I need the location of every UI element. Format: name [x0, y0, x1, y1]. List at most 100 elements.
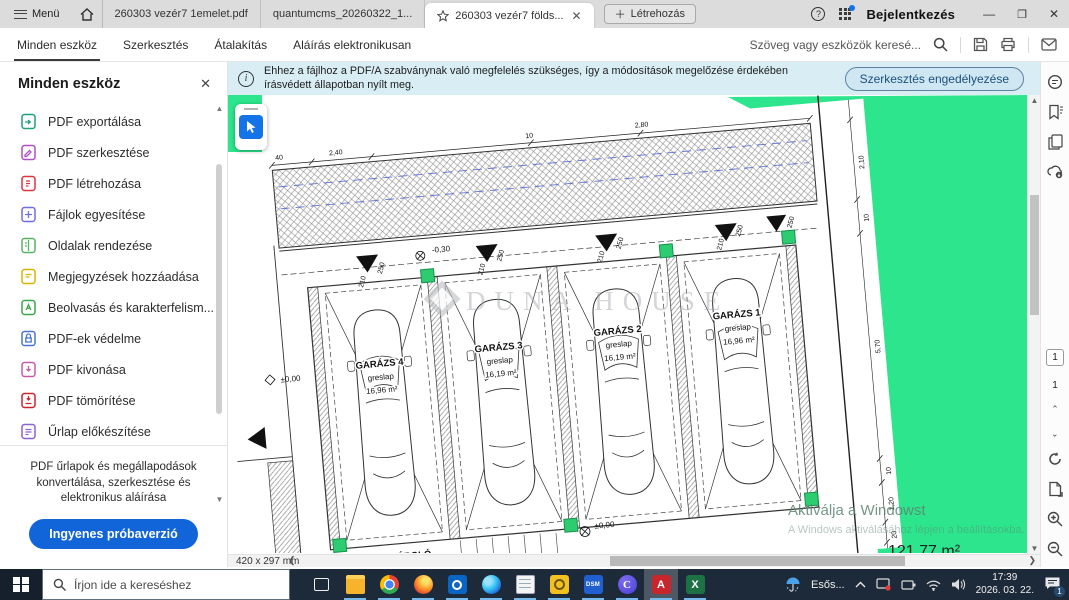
scroll-left-icon[interactable]: ❮ — [288, 555, 296, 566]
app-window: Menü 260303 vezér7 1emelet.pdf quantumcm… — [0, 0, 1069, 600]
sidebar-item-compress-pdf[interactable]: PDF tömörítése — [0, 385, 227, 416]
sidebar-item-edit-pdf[interactable]: PDF szerkesztése — [0, 137, 227, 168]
pdf-canvas[interactable]: 40 2,40 10 2,80 — [228, 95, 1027, 553]
sidebar-item-organize-pages[interactable]: Oldalak rendezése — [0, 230, 227, 261]
cloud-sync-icon[interactable] — [1047, 164, 1064, 179]
taskbar-app-edge[interactable] — [474, 569, 508, 600]
menubar-item-szerkesztes[interactable]: Szerkesztés — [110, 28, 201, 61]
sidebar-item-add-comments[interactable]: Megjegyzések hozzáadása — [0, 261, 227, 292]
taskbar-search-input[interactable]: Írjon ide a kereséshez — [42, 569, 290, 600]
scroll-right-icon[interactable]: ❯ — [1028, 555, 1036, 566]
taskbar-app-chrome[interactable] — [372, 569, 406, 600]
sidebar-item-combine-files[interactable]: Fájlok egyesítése — [0, 199, 227, 230]
print-icon[interactable] — [1000, 37, 1016, 52]
sidebar-item-protect-pdf[interactable]: PDF-ek védelme — [0, 323, 227, 354]
organize-pages-icon — [20, 237, 37, 254]
comments-icon[interactable] — [1047, 74, 1063, 90]
bookmarks-icon[interactable] — [1048, 104, 1063, 120]
windows-logo-icon — [13, 577, 29, 593]
taskbar-clock[interactable]: 17:39 2026. 03. 22. — [976, 572, 1034, 597]
drag-handle[interactable] — [244, 108, 258, 111]
scroll-up-icon[interactable]: ▲ — [1028, 96, 1041, 105]
scroll-up-icon[interactable]: ▲ — [215, 104, 224, 113]
save-icon[interactable] — [973, 37, 988, 52]
zoom-in-icon[interactable] — [1047, 511, 1063, 527]
next-page-icon[interactable]: ⌃ — [1051, 428, 1059, 437]
tray-app-icon[interactable] — [876, 578, 891, 591]
page-thumbnails-icon[interactable] — [1048, 134, 1063, 150]
taskbar-app-dsm[interactable]: DSM — [576, 569, 610, 600]
scroll-down-icon[interactable]: ▼ — [1028, 544, 1041, 553]
restore-button[interactable]: ❐ — [1017, 8, 1027, 21]
help-icon[interactable]: ? — [811, 7, 825, 21]
free-trial-button[interactable]: Ingyenes próbaverzió — [29, 519, 198, 549]
search-input[interactable]: Szöveg vagy eszközök keresé... — [750, 38, 921, 52]
taskbar-app-notes[interactable] — [508, 569, 542, 600]
star-icon[interactable] — [437, 10, 449, 22]
weather-icon[interactable] — [785, 577, 801, 593]
vertical-scrollbar[interactable]: ▲ ▼ — [1027, 95, 1040, 554]
banner-message: Ehhez a fájlhoz a PDF/A szabványnak való… — [264, 65, 824, 92]
floating-toolbar[interactable] — [235, 104, 267, 150]
taskbar-app-file-explorer[interactable] — [338, 569, 372, 600]
sidebar-item-prepare-form[interactable]: Űrlap előkészítése — [0, 416, 227, 447]
taskbar-app-firefox[interactable] — [406, 569, 440, 600]
search-icon[interactable] — [933, 37, 948, 52]
close-button[interactable]: ✕ — [1049, 7, 1059, 21]
acrobat-icon: A — [652, 575, 671, 594]
c-app-icon: C — [618, 575, 637, 594]
tray-device-icon[interactable] — [901, 579, 916, 591]
scrollbar-thumb[interactable] — [1030, 195, 1039, 315]
total-area-label: 121,77 m² — [888, 543, 961, 553]
menubar-item-atalakitas[interactable]: Átalakítás — [201, 28, 280, 61]
sidebar-item-scan-ocr[interactable]: Beolvasás és karakterfelism... — [0, 292, 227, 323]
mail-icon[interactable] — [1041, 38, 1057, 51]
select-tool-button[interactable] — [239, 115, 263, 139]
taskbar-app-excel[interactable]: X — [678, 569, 712, 600]
notifications-button[interactable]: 1 — [1044, 576, 1061, 594]
signin-button[interactable]: Bejelentkezés — [866, 7, 955, 22]
task-view-button[interactable] — [304, 569, 338, 600]
start-button[interactable] — [0, 569, 42, 600]
close-tab-icon[interactable]: ✕ — [572, 9, 582, 23]
minimize-button[interactable]: — — [983, 7, 995, 21]
activate-windows-subtext: A Windows aktiválásához lépjen a beállít… — [788, 524, 1025, 536]
tab-1emelet[interactable]: 260303 vezér7 1emelet.pdf — [103, 0, 261, 28]
taskbar-app-acrobat[interactable]: A — [644, 569, 678, 600]
previous-page-icon[interactable]: ⌃ — [1051, 405, 1059, 414]
apps-grid-icon[interactable] — [839, 8, 852, 21]
enable-editing-button[interactable]: Szerkesztés engedélyezése — [845, 67, 1024, 91]
network-icon[interactable] — [926, 579, 941, 591]
tray-expand-icon[interactable] — [855, 581, 866, 589]
create-tab-button[interactable]: ＋ Létrehozás — [604, 4, 696, 24]
home-button[interactable] — [72, 0, 103, 28]
right-toolbar: 1 1 ⌃ ⌃ — [1040, 62, 1069, 567]
weather-label[interactable]: Esős... — [811, 579, 845, 591]
sidebar-item-extract-pdf[interactable]: PDF kivonása — [0, 354, 227, 385]
tab-quantumcms[interactable]: quantumcms_20260322_1... — [261, 0, 425, 28]
zoom-out-icon[interactable] — [1047, 541, 1063, 557]
fit-page-icon[interactable] — [1048, 481, 1063, 497]
taskbar-app-outlook[interactable] — [440, 569, 474, 600]
sidebar-close-icon[interactable]: ✕ — [200, 76, 211, 92]
scrollbar-thumb[interactable] — [216, 164, 222, 414]
sidebar-item-create-pdf[interactable]: PDF létrehozása — [0, 168, 227, 199]
volume-icon[interactable] — [951, 578, 966, 591]
rotate-icon[interactable] — [1047, 451, 1063, 467]
menubar: Minden eszköz Szerkesztés Átalakítás Alá… — [0, 28, 1069, 62]
sidebar-scrollbar[interactable]: ▲ ▼ — [215, 104, 224, 504]
sidebar-item-export-pdf[interactable]: PDF exportálása — [0, 106, 227, 137]
sidebar-title: Minden eszköz — [18, 76, 120, 92]
search-icon — [53, 578, 66, 591]
dsm-icon: DSM — [584, 575, 603, 594]
dimension-label: 2,40 — [329, 149, 343, 157]
page-number-input[interactable]: 1 — [1046, 349, 1064, 366]
taskbar-app-c-app[interactable]: C — [610, 569, 644, 600]
menu-button[interactable]: Menü — [8, 0, 66, 28]
menubar-item-alairas[interactable]: Aláírás elektronikusan — [280, 28, 424, 61]
tab-foldszint-active[interactable]: 260303 vezér7 földs... ✕ — [425, 3, 593, 28]
menubar-item-minden-eszkoz[interactable]: Minden eszköz — [4, 28, 110, 61]
add-comments-icon — [20, 268, 37, 285]
taskbar-app-yellow-app[interactable] — [542, 569, 576, 600]
hscrollbar-thumb[interactable] — [610, 556, 905, 566]
